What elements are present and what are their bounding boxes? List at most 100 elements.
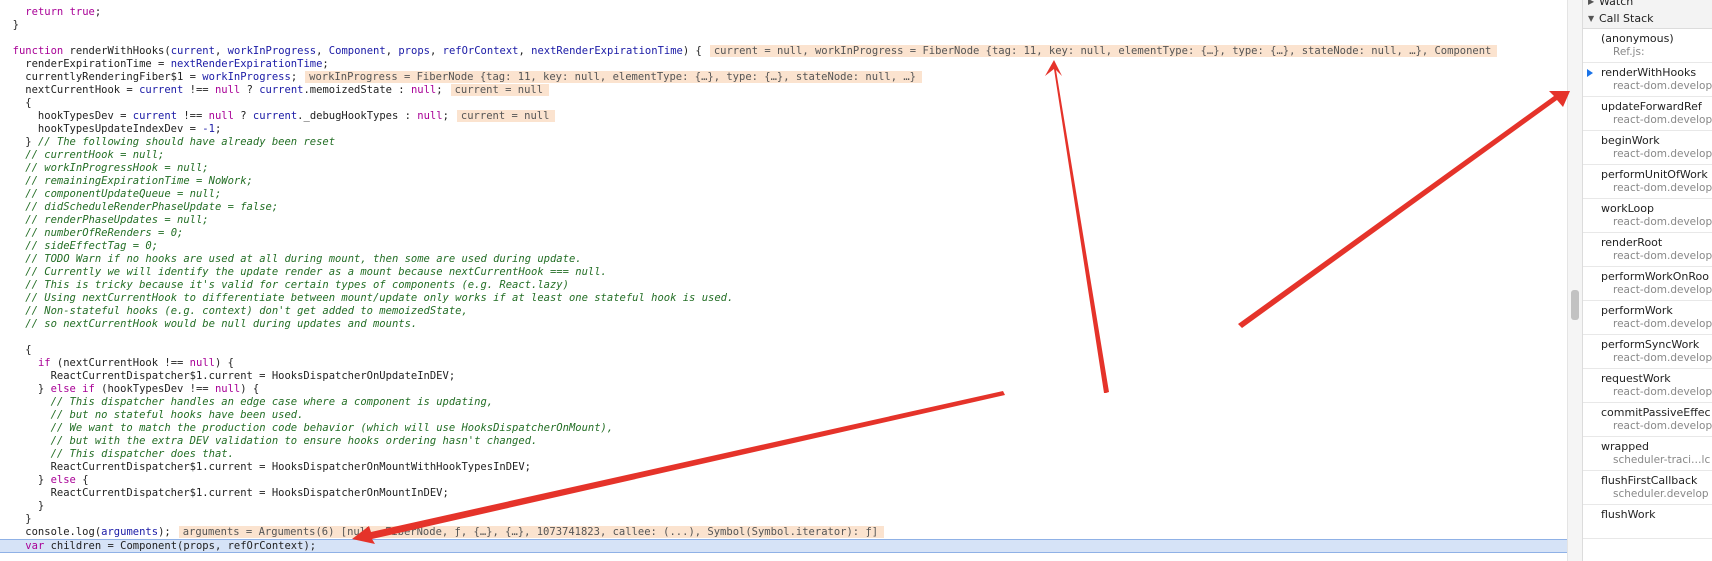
code-line[interactable] xyxy=(0,32,1567,45)
code-line[interactable]: // didScheduleRenderPhaseUpdate = false; xyxy=(0,201,1567,214)
code-token: { xyxy=(0,344,32,356)
source-editor[interactable]: return true; } function renderWithHooks(… xyxy=(0,0,1567,561)
code-token: } xyxy=(0,513,32,525)
code-token: current xyxy=(139,84,184,96)
code-line[interactable]: // but with the extra DEV validation to … xyxy=(0,435,1567,448)
call-stack-frame[interactable]: performUnitOfWork react-dom.develop xyxy=(1583,165,1712,199)
code-line[interactable]: return true; xyxy=(0,6,1567,19)
call-stack-frame[interactable]: flushWork xyxy=(1583,505,1712,539)
code-line[interactable]: // This dispatcher does that. xyxy=(0,448,1567,461)
code-line[interactable]: } // The following should have already b… xyxy=(0,136,1567,149)
code-token: ; xyxy=(442,110,449,122)
frame-function-name: wrapped xyxy=(1601,440,1649,453)
code-line[interactable]: // Non-stateful hooks (e.g. context) don… xyxy=(0,305,1567,318)
code-token: ; xyxy=(322,58,329,70)
code-line[interactable]: currentlyRenderingFiber$1 = workInProgre… xyxy=(0,71,1567,84)
call-stack-frame[interactable]: flushFirstCallback scheduler.develop xyxy=(1583,471,1712,505)
code-line[interactable]: ReactCurrentDispatcher$1.current = Hooks… xyxy=(0,487,1567,500)
code-line[interactable]: // We want to match the production code … xyxy=(0,422,1567,435)
code-line[interactable]: if (nextCurrentHook !== null) { xyxy=(0,357,1567,370)
code-token: } xyxy=(0,136,38,148)
editor-scrollbar[interactable] xyxy=(1567,0,1582,561)
call-stack-frame[interactable]: requestWork react-dom.develop xyxy=(1583,369,1712,403)
call-stack-frame[interactable]: performWorkOnRoo react-dom.develop xyxy=(1583,267,1712,301)
scrollbar-thumb[interactable] xyxy=(1571,290,1579,320)
code-line[interactable]: hookTypesUpdateIndexDev = -1; xyxy=(0,123,1567,136)
code-token: current xyxy=(252,110,298,122)
code-line[interactable]: { xyxy=(0,97,1567,110)
code-line[interactable]: function renderWithHooks(current, workIn… xyxy=(0,45,1567,58)
code-line[interactable]: } xyxy=(0,500,1567,513)
code-line[interactable]: // This is tricky because it's valid for… xyxy=(0,279,1567,292)
code-token: renderExpirationTime = xyxy=(0,58,171,70)
code-token: current xyxy=(259,84,304,96)
inline-variable-value: current = null, workInProgress = FiberNo… xyxy=(709,45,1498,57)
code-line[interactable]: { xyxy=(0,344,1567,357)
code-line[interactable]: nextCurrentHook = current !== null ? cur… xyxy=(0,84,1567,97)
code-line[interactable]: // renderPhaseUpdates = null; xyxy=(0,214,1567,227)
code-token: !== xyxy=(177,110,209,122)
code-token: else xyxy=(50,474,76,486)
code-line[interactable]: // This dispatcher handles an edge case … xyxy=(0,396,1567,409)
code-token: null xyxy=(214,84,241,96)
call-stack-frame[interactable]: performSyncWork react-dom.develop xyxy=(1583,335,1712,369)
call-stack-frame[interactable]: performWork react-dom.develop xyxy=(1583,301,1712,335)
code-token: ._debugHookTypes : xyxy=(297,110,418,122)
debugger-sidebar: ▶ Watch ▼ Call Stack (anonymous) Ref.js: r… xyxy=(1582,0,1712,561)
current-execution-line[interactable]: var children = Component(props, refOrCon… xyxy=(0,539,1567,553)
call-stack-frame[interactable]: renderRoot react-dom.develop xyxy=(1583,233,1712,267)
code-line[interactable]: // workInProgressHook = null; xyxy=(0,162,1567,175)
code-line[interactable]: // numberOfReRenders = 0; xyxy=(0,227,1567,240)
frame-function-name: performUnitOfWork xyxy=(1601,168,1708,181)
code-comment: // componentUpdateQueue = null; xyxy=(25,188,222,200)
code-line[interactable]: } else { xyxy=(0,474,1567,487)
code-line[interactable]: // remainingExpirationTime = NoWork; xyxy=(0,175,1567,188)
code-line[interactable]: // currentHook = null; xyxy=(0,149,1567,162)
code-line[interactable]: renderExpirationTime = nextRenderExpirat… xyxy=(0,58,1567,71)
code-comment: // We want to match the production code … xyxy=(50,422,614,434)
frame-function-name: workLoop xyxy=(1601,202,1654,215)
call-stack-frame[interactable]: renderWithHooks react-dom.develop xyxy=(1583,63,1712,97)
current-frame-pointer-icon xyxy=(1587,69,1593,77)
code-line[interactable]: // TODO Warn if no hooks are used at all… xyxy=(0,253,1567,266)
code-token: (nextCurrentHook !== xyxy=(50,357,190,369)
frame-location: react-dom.develop xyxy=(1613,420,1712,432)
code-line[interactable]: // so nextCurrentHook would be null duri… xyxy=(0,318,1567,331)
call-stack-frame[interactable]: commitPassiveEffec react-dom.develop xyxy=(1583,403,1712,437)
call-stack-section-header[interactable]: ▼ Call Stack xyxy=(1583,9,1712,29)
code-token: ) { xyxy=(240,383,260,395)
inline-variable-value: workInProgress = FiberNode {tag: 11, key… xyxy=(305,71,923,83)
code-comment: // This dispatcher does that. xyxy=(50,448,234,460)
code-line[interactable]: // componentUpdateQueue = null; xyxy=(0,188,1567,201)
code-line[interactable]: // sideEffectTag = 0; xyxy=(0,240,1567,253)
code-line[interactable]: } else if (hookTypesDev !== null) { xyxy=(0,383,1567,396)
code-line[interactable]: ReactCurrentDispatcher$1.current = Hooks… xyxy=(0,370,1567,383)
call-stack-frame[interactable]: beginWork react-dom.develop xyxy=(1583,131,1712,165)
call-stack-frame[interactable]: workLoop react-dom.develop xyxy=(1583,199,1712,233)
code-line[interactable]: hookTypesDev = current !== null ? curren… xyxy=(0,110,1567,123)
call-stack-frame[interactable]: (anonymous) Ref.js: xyxy=(1583,29,1712,63)
code-line[interactable]: ReactCurrentDispatcher$1.current = Hooks… xyxy=(0,461,1567,474)
code-line[interactable]: } xyxy=(0,19,1567,32)
code-line[interactable]: // Currently we will identify the update… xyxy=(0,266,1567,279)
code-line[interactable]: } xyxy=(0,513,1567,526)
frame-location: react-dom.develop xyxy=(1613,80,1712,92)
code-comment: // The following should have already bee… xyxy=(37,136,336,148)
code-line[interactable] xyxy=(0,331,1567,344)
code-comment: // This is tricky because it's valid for… xyxy=(25,279,569,291)
code-line[interactable]: // Using nextCurrentHook to differentiat… xyxy=(0,292,1567,305)
code-line[interactable]: // but no stateful hooks have been used. xyxy=(0,409,1567,422)
code-token: ; xyxy=(214,123,222,135)
code-line[interactable]: console.log(arguments); arguments = Argum… xyxy=(0,526,1567,539)
code-token: null xyxy=(410,84,437,96)
code-token: Component xyxy=(328,45,386,57)
call-stack-frame[interactable]: wrapped scheduler-traci…lc xyxy=(1583,437,1712,471)
call-stack-frame[interactable]: updateForwardRef react-dom.develop xyxy=(1583,97,1712,131)
